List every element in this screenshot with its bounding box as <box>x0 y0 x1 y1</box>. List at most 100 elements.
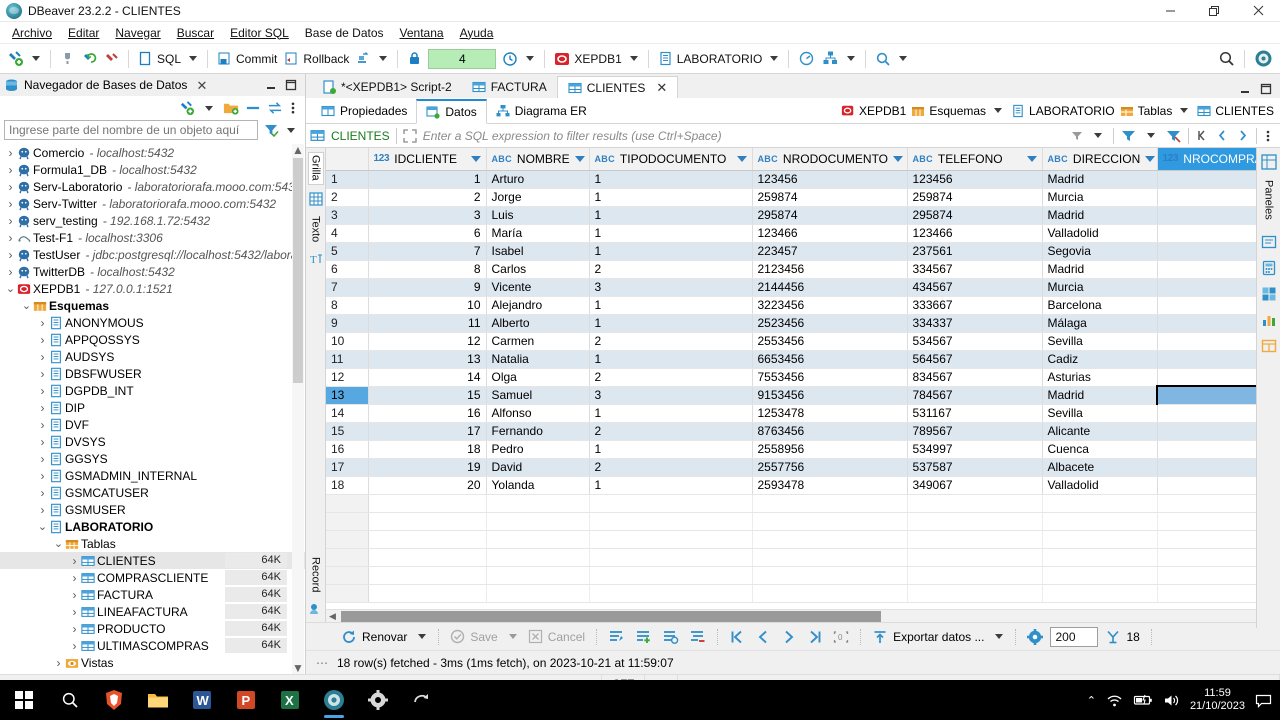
tree-item-clientes[interactable]: › CLIENTES 64K <box>0 552 305 569</box>
row-number[interactable]: 17 <box>326 458 369 477</box>
filter-menu-icon[interactable] <box>287 127 295 133</box>
table-row[interactable]: 3 3 Luis 1 295874 295874 Madrid <box>326 206 1280 225</box>
perspective-icon[interactable] <box>1251 47 1276 71</box>
cell-nrodocumento[interactable]: 2553456 <box>752 332 908 351</box>
navigator-scroll-thumb[interactable] <box>293 158 303 383</box>
invalidate-connection-button[interactable] <box>101 47 122 71</box>
fetched-rows-indicator[interactable]: 18 <box>1102 626 1142 648</box>
cell-nrodocumento[interactable]: 2557756 <box>752 458 908 477</box>
transaction-count[interactable]: 4 <box>428 48 497 69</box>
cell-idcliente[interactable]: 3 <box>368 206 487 225</box>
cell-tipodocumento[interactable]: 2 <box>589 458 753 477</box>
cell-direccion[interactable]: Cuenca <box>1042 440 1158 459</box>
sql-dropdown[interactable] <box>189 56 198 61</box>
cell-direccion[interactable]: Madrid <box>1042 386 1158 405</box>
column-filter-caret[interactable] <box>736 155 747 162</box>
expand-filter-icon[interactable] <box>403 128 417 143</box>
twisty-collapsed-icon[interactable]: › <box>4 231 17 245</box>
table-row[interactable]: 16 18 Pedro 1 2558956 534997 Cuenca <box>326 440 1280 459</box>
cell-nrodocumento[interactable]: 9153456 <box>752 386 908 405</box>
schema-dropdown[interactable] <box>770 56 779 61</box>
cell-nrodocumento[interactable]: 2523456 <box>752 314 908 333</box>
last-page-button[interactable] <box>804 626 826 648</box>
history-icon[interactable] <box>499 47 521 71</box>
tree-item-laboratorio[interactable]: ⌄ LABORATORIO <box>0 518 305 535</box>
prev-page-button[interactable] <box>752 626 774 648</box>
editor-tab-clientes[interactable]: CLIENTES ✕ <box>556 76 679 98</box>
save-button[interactable]: Save <box>447 626 500 648</box>
filter-icon[interactable] <box>263 122 279 138</box>
table-row[interactable]: 11 13 Natalia 1 6653456 564567 Cadiz <box>326 350 1280 369</box>
cell-nrodocumento[interactable]: 123466 <box>752 224 908 243</box>
taskbar-git-icon[interactable] <box>400 680 444 720</box>
cell-idcliente[interactable]: 7 <box>368 242 487 261</box>
tree-item-xepdb1[interactable]: ⌄ XEPDB1 - 127.0.0.1:1521 <box>0 280 305 297</box>
cell-nombre[interactable]: Arturo <box>486 170 590 189</box>
tree-item-ultimascompras[interactable]: › ULTIMASCOMPRAS 64K <box>0 637 305 654</box>
results-menu-icon[interactable] <box>1264 129 1272 143</box>
cell-nombre[interactable]: Luis <box>486 206 590 225</box>
commit-button[interactable]: Commit <box>214 47 280 71</box>
first-page-button[interactable] <box>726 626 748 648</box>
cell-telefono[interactable]: 434567 <box>907 278 1043 297</box>
cell-nombre[interactable]: Carmen <box>486 332 590 351</box>
clientes-table[interactable]: 123 IDCLIENTE ABC NOMBRE ABC TIPODOCUMENTO ABC… <box>326 148 1280 603</box>
cell-telefono[interactable]: 534997 <box>907 440 1043 459</box>
cell-tipodocumento[interactable]: 2 <box>589 422 753 441</box>
cell-nombre[interactable]: Yolanda <box>486 476 590 495</box>
tree-item-lineafactura[interactable]: › LINEAFACTURA 64K <box>0 603 305 620</box>
column-header-tipodocumento[interactable]: ABC TIPODOCUMENTO <box>589 148 753 171</box>
cell-direccion[interactable]: Madrid <box>1042 206 1158 225</box>
cell-direccion[interactable]: Murcia <box>1042 188 1158 207</box>
search-icon[interactable] <box>872 47 894 71</box>
row-number[interactable]: 18 <box>326 476 369 495</box>
cell-idcliente[interactable]: 17 <box>368 422 487 441</box>
table-row[interactable]: 18 20 Yolanda 1 2593478 349067 Valladolid <box>326 476 1280 495</box>
editor-tab-script-2[interactable]: *<XEPDB1> Script-2 <box>312 76 462 98</box>
taskbar-brave-icon[interactable] <box>92 680 136 720</box>
cell-direccion[interactable]: Cadiz <box>1042 350 1158 369</box>
navigator-maximize-icon[interactable] <box>285 79 297 91</box>
filter-clear-icon[interactable] <box>1166 128 1181 143</box>
cell-telefono[interactable]: 349067 <box>907 476 1043 495</box>
twisty-collapsed-icon[interactable]: › <box>68 639 81 653</box>
tree-item-gsmadmin-internal[interactable]: › GSMADMIN_INTERNAL <box>0 467 305 484</box>
nav-link-editor-icon[interactable] <box>267 100 283 116</box>
twisty-collapsed-icon[interactable]: › <box>36 350 49 364</box>
filter-history-icon[interactable] <box>1094 133 1102 138</box>
cell-direccion[interactable]: Málaga <box>1042 314 1158 333</box>
cell-direccion[interactable]: Valladolid <box>1042 224 1158 243</box>
nav-new-folder-icon[interactable] <box>223 100 239 116</box>
er-diagram-dropdown[interactable] <box>847 56 856 61</box>
twisty-collapsed-icon[interactable]: › <box>4 163 17 177</box>
twisty-collapsed-icon[interactable]: › <box>36 418 49 432</box>
volume-icon[interactable] <box>1163 693 1180 708</box>
cell-telefono[interactable]: 123456 <box>907 170 1043 189</box>
cell-direccion[interactable]: Albacete <box>1042 458 1158 477</box>
cell-direccion[interactable]: Asturias <box>1042 368 1158 387</box>
cell-idcliente[interactable]: 10 <box>368 296 487 315</box>
navigator-close-icon[interactable]: ✕ <box>196 79 207 92</box>
cell-tipodocumento[interactable]: 1 <box>589 476 753 495</box>
column-header-nombre[interactable]: ABC NOMBRE <box>486 148 590 171</box>
hscroll-left-arrow[interactable]: ◀ <box>326 610 339 623</box>
editor-tab-close-icon[interactable]: ✕ <box>656 80 667 96</box>
tree-item-dvsys[interactable]: › DVSYS <box>0 433 305 450</box>
cell-idcliente[interactable]: 15 <box>368 386 487 405</box>
row-number[interactable]: 16 <box>326 440 369 459</box>
twisty-expanded-icon[interactable]: ⌄ <box>4 282 17 295</box>
row-number[interactable]: 7 <box>326 278 369 297</box>
cell-idcliente[interactable]: 19 <box>368 458 487 477</box>
table-row[interactable]: 1 1 Arturo 1 123456 123456 Madrid <box>326 170 1280 189</box>
breadcrumb-esquemas-caret[interactable] <box>994 108 1003 113</box>
cell-tipodocumento[interactable]: 1 <box>589 170 753 189</box>
tree-item-comercio[interactable]: › Comercio - localhost:5432 <box>0 144 305 161</box>
cell-telefono[interactable]: 295874 <box>907 206 1043 225</box>
sql-editor-button[interactable]: SQL <box>135 47 184 71</box>
twisty-collapsed-icon[interactable]: › <box>36 435 49 449</box>
cell-tipodocumento[interactable]: 1 <box>589 314 753 333</box>
nav-collapse-all-icon[interactable] <box>245 100 261 116</box>
row-number[interactable]: 5 <box>326 242 369 261</box>
export-dropdown[interactable] <box>995 634 1004 639</box>
menu-navegar[interactable]: Navegar <box>107 24 168 42</box>
